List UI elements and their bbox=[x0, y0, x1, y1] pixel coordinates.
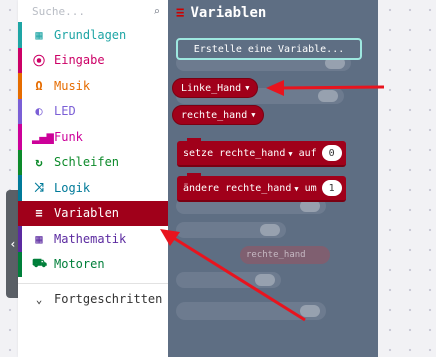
category-label: Variablen bbox=[54, 206, 120, 221]
ghost-oval bbox=[300, 305, 320, 317]
category-eingabe[interactable]: ⦿ Eingabe bbox=[18, 47, 168, 73]
category-label: Logik bbox=[54, 180, 91, 195]
category-grundlagen[interactable]: ▦ Grundlagen bbox=[18, 22, 168, 48]
category-color-bar bbox=[18, 251, 22, 277]
dropdown-arrow-icon: ▼ bbox=[251, 111, 256, 119]
toggle-icon: ◐ bbox=[35, 104, 43, 119]
shuffle-icon: ⤨ bbox=[34, 180, 44, 195]
category-led[interactable]: ◐ LED bbox=[18, 98, 168, 124]
category-musik[interactable]: Ω Musik bbox=[18, 73, 168, 99]
category-label: Musik bbox=[54, 78, 91, 93]
grid-icon: ▦ bbox=[35, 27, 43, 42]
category-funk[interactable]: ▂▄▆ Funk bbox=[18, 124, 168, 150]
ghost-block bbox=[176, 302, 326, 320]
change-variable-block[interactable]: ändere rechte_hand ▼ um 1 bbox=[177, 173, 346, 202]
search-icon[interactable]: ⌕ bbox=[153, 5, 160, 18]
dropdown-arrow-icon: ▼ bbox=[294, 184, 299, 193]
category-label: Motoren bbox=[54, 257, 105, 272]
change-by-keyword: um bbox=[304, 182, 317, 194]
lines-icon: ≡ bbox=[176, 5, 185, 21]
category-mathematik[interactable]: ▦ Mathematik bbox=[18, 226, 168, 252]
category-schleifen[interactable]: ↻ Schleifen bbox=[18, 149, 168, 175]
category-advanced[interactable]: ⌄ Fortgeschritten bbox=[18, 283, 168, 314]
category-label: LED bbox=[54, 104, 76, 119]
ghost-oval bbox=[260, 224, 280, 236]
chevron-left-icon: ‹ bbox=[9, 237, 17, 251]
change-keyword: ändere bbox=[183, 182, 220, 194]
set-variable-block[interactable]: setze rechte_hand ▼ auf 0 bbox=[177, 138, 346, 167]
ghost-block bbox=[176, 272, 281, 288]
chevron-down-icon: ⌄ bbox=[35, 292, 43, 306]
headphones-icon: Ω bbox=[35, 78, 43, 93]
change-value-input[interactable]: 1 bbox=[321, 180, 342, 196]
set-variable-dropdown[interactable]: rechte_hand ▼ bbox=[219, 148, 292, 159]
set-to-keyword: auf bbox=[298, 147, 317, 159]
set-value-input[interactable]: 0 bbox=[321, 145, 342, 161]
calculator-icon: ▦ bbox=[35, 231, 43, 246]
category-label: Schleifen bbox=[54, 155, 120, 170]
variable-linke-hand[interactable]: Linke_Hand ▼ bbox=[172, 78, 259, 98]
loop-icon: ↻ bbox=[35, 155, 43, 170]
category-color-bar bbox=[18, 149, 22, 175]
category-label: Mathematik bbox=[54, 231, 127, 246]
category-label: Eingabe bbox=[54, 53, 105, 68]
category-color-bar bbox=[18, 175, 22, 201]
lines-icon: ≡ bbox=[35, 206, 43, 221]
workspace-grid bbox=[378, 0, 436, 357]
category-label: Grundlagen bbox=[54, 27, 127, 42]
category-variablen[interactable]: ≡ Variablen bbox=[18, 200, 168, 226]
category-color-bar bbox=[18, 47, 22, 73]
dropdown-arrow-icon: ▼ bbox=[245, 84, 250, 92]
category-color-bar bbox=[18, 98, 22, 124]
flyout-title-label: Variablen bbox=[190, 5, 267, 21]
variable-rechte-hand[interactable]: rechte_hand ▼ bbox=[172, 105, 265, 125]
dropdown-arrow-icon: ▼ bbox=[288, 149, 293, 158]
category-label: Funk bbox=[54, 129, 83, 144]
flyout-title: ≡ Variablen bbox=[176, 5, 266, 21]
change-variable-dropdown[interactable]: rechte_hand ▼ bbox=[225, 183, 298, 194]
set-keyword: setze bbox=[183, 147, 214, 159]
toolbox: Suche... ⌕ ▦ Grundlagen ⦿ Eingabe Ω Musik ◐ LED… bbox=[18, 0, 168, 357]
category-color-bar bbox=[18, 73, 22, 99]
ghost-block bbox=[176, 222, 286, 238]
category-color-bar bbox=[18, 124, 22, 150]
ghost-oval bbox=[318, 90, 338, 102]
search-input[interactable]: Suche... bbox=[32, 5, 85, 18]
category-motoren[interactable]: ⛟ Motoren bbox=[18, 251, 168, 277]
category-color-bar bbox=[18, 22, 22, 48]
signal-bars-icon: ▂▄▆ bbox=[32, 129, 54, 144]
create-variable-button[interactable]: Erstelle eine Variable... bbox=[176, 38, 362, 60]
ghost-variable: rechte_hand bbox=[240, 246, 330, 264]
target-icon: ⦿ bbox=[32, 53, 45, 68]
variables-flyout: ≡ Variablen rechte_hand Erstelle eine Va… bbox=[168, 0, 378, 357]
car-icon: ⛟ bbox=[32, 256, 48, 271]
search-box[interactable]: Suche... ⌕ bbox=[18, 0, 168, 22]
ghost-oval bbox=[255, 274, 275, 286]
category-color-bar bbox=[18, 200, 22, 226]
category-logik[interactable]: ⤨ Logik bbox=[18, 175, 168, 201]
category-label: Fortgeschritten bbox=[54, 292, 163, 306]
category-list: ▦ Grundlagen ⦿ Eingabe Ω Musik ◐ LED ▂▄▆ Funk ↻ Sch… bbox=[18, 22, 168, 277]
category-color-bar bbox=[18, 226, 22, 252]
